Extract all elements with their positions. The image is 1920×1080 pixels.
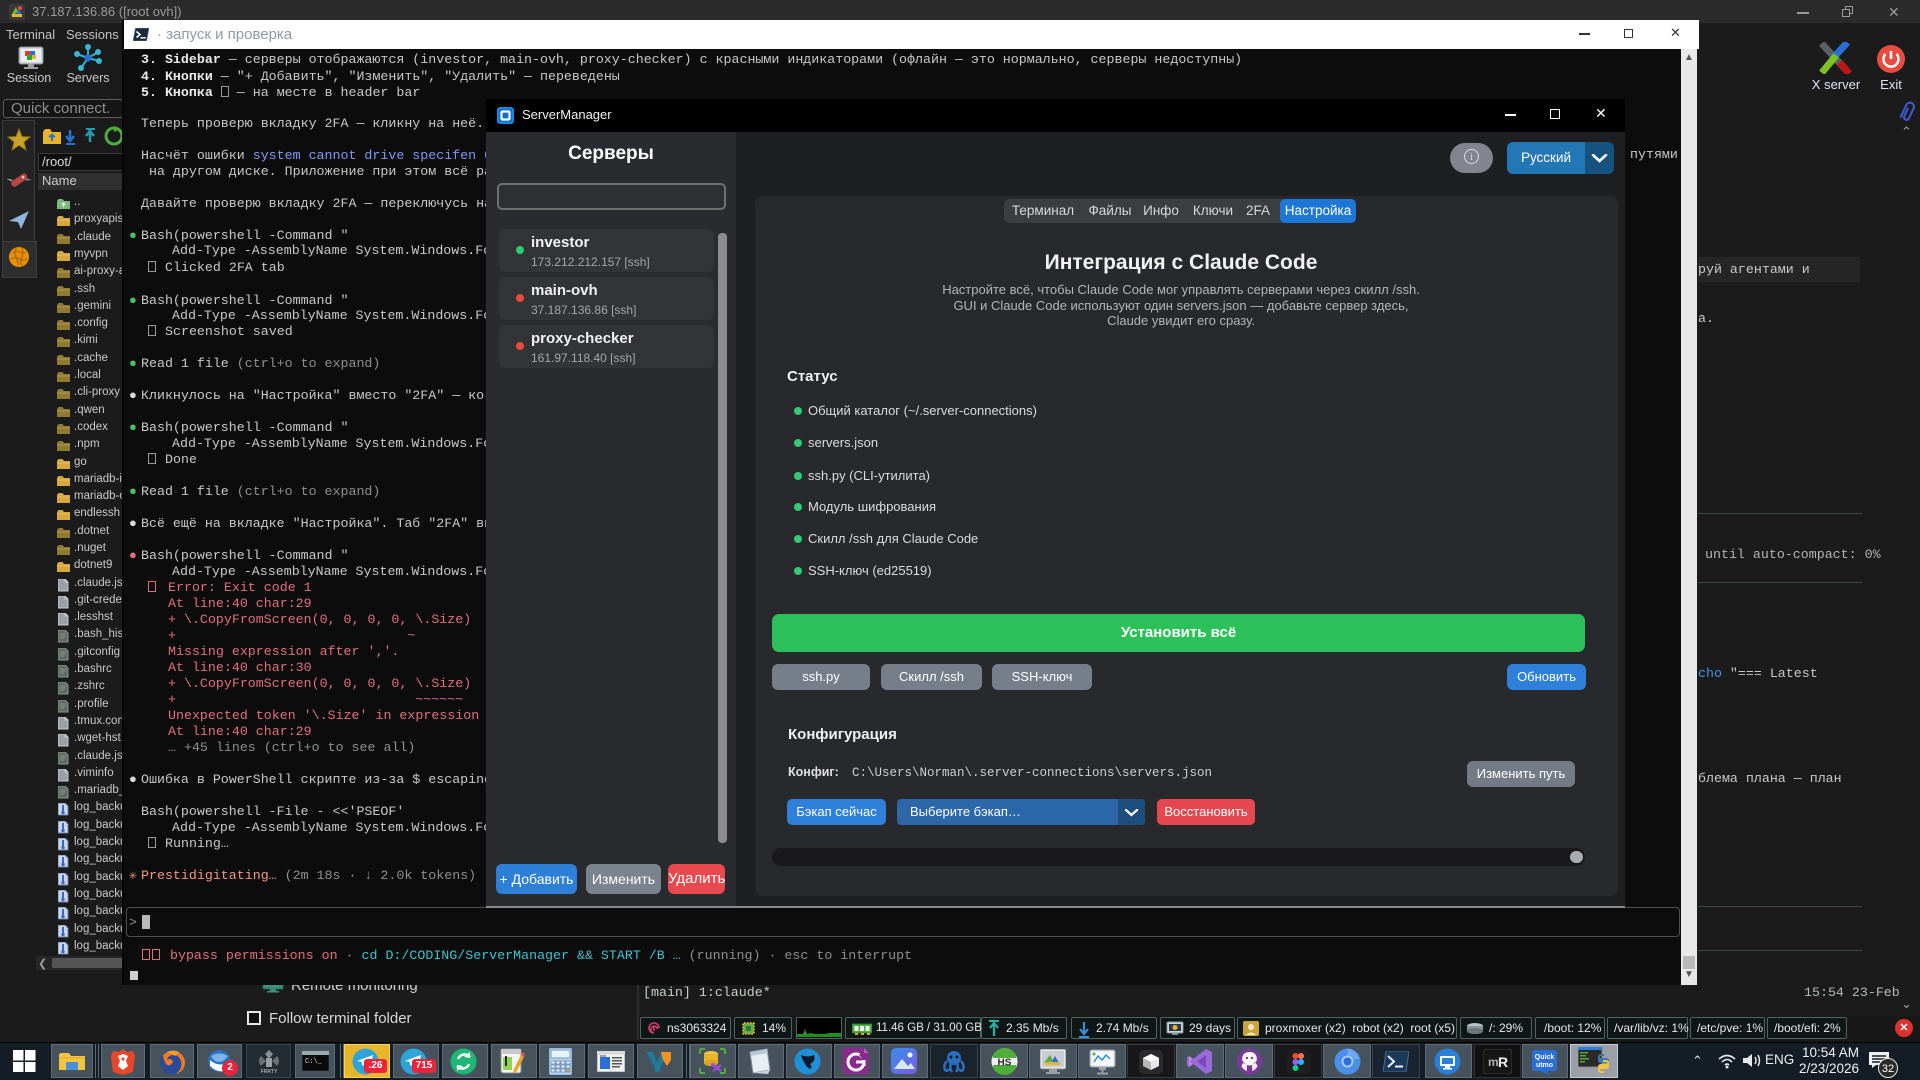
svg-text:C:\_: C:\_ [305,1058,323,1066]
svg-text:HS: HS [998,1058,1012,1069]
svg-text:Quick: Quick [1535,1054,1555,1061]
svg-text:utmo: utmo [1536,1062,1553,1069]
svg-text:R: R [1498,1054,1508,1070]
svg-text:FRRTY: FRRTY [261,1069,278,1075]
